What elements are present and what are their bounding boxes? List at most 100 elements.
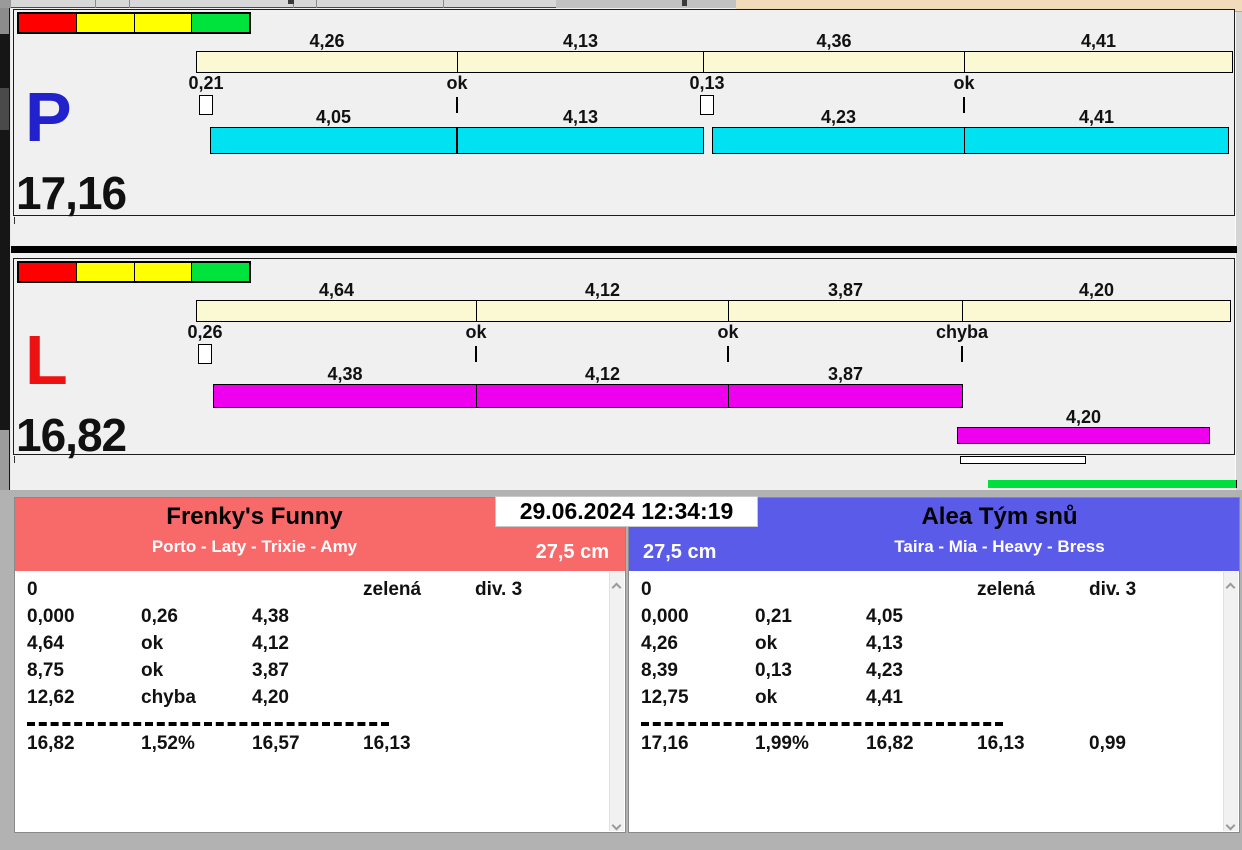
scroll-down-arrow[interactable] <box>611 816 622 831</box>
cell-net-time: 16,82 <box>866 733 914 754</box>
indicator-yellow-segment <box>75 14 134 32</box>
scroll-up-arrow[interactable] <box>611 578 622 593</box>
indicator-red-segment <box>19 14 76 32</box>
info-row: 0 zelená div. 3 <box>629 579 1239 606</box>
split-bar-segment: 4,13 <box>457 31 704 73</box>
team-panel-left: Frenky's Funny Porto - Laty - Trixie - A… <box>14 497 626 833</box>
marker-tick <box>727 346 729 362</box>
cell-split: 8,39 <box>641 660 678 681</box>
leg-time-label: 4,23 <box>820 107 857 127</box>
teams-area: 29.06.2024 12:34:19 Frenky's Funny Porto… <box>0 490 1242 850</box>
cell-change: ok <box>755 633 778 654</box>
split-time-label: 4,64 <box>318 280 355 300</box>
team-members: Porto - Laty - Trixie - Amy <box>151 537 358 556</box>
team-panel-right: Alea Tým snů Taira - Mia - Heavy - Bress… <box>628 497 1240 833</box>
split-time-label: 4,26 <box>309 31 345 51</box>
total-row: 17,16 1,99% 16,82 16,13 0,99 <box>629 733 1239 760</box>
marker-tick <box>961 346 963 362</box>
result-row: 8,39 0,13 4,23 <box>629 660 1239 687</box>
marker-label: ok <box>446 73 468 93</box>
time-bar-segment: 4,23 <box>712 107 965 154</box>
run-section-p: P 17,16 4,26 4,13 4,36 4,41 0,21 ok 0,13… <box>13 9 1235 216</box>
time-bar-segment: 3,87 <box>728 364 963 408</box>
result-row: 4,64 ok 4,12 <box>15 633 625 660</box>
cell-split: 4,26 <box>641 633 678 654</box>
height-category: 27,5 cm <box>643 541 717 563</box>
leg-time-label: 4,05 <box>315 107 352 127</box>
split-time-label: 4,36 <box>816 31 852 51</box>
split-bar-segment: 4,26 <box>196 31 458 73</box>
split-time-label: 4,13 <box>562 31 599 51</box>
section-divider <box>11 246 1237 253</box>
running-leg-bar: 4,20 <box>957 407 1210 444</box>
run-label-p: P <box>25 78 72 156</box>
height-category: 27,5 cm <box>535 541 609 563</box>
cell-change: ok <box>141 633 164 654</box>
result-row: 4,26 ok 4,13 <box>629 633 1239 660</box>
cell-best-time: 16,13 <box>363 733 411 754</box>
change-marker: ok <box>683 322 773 362</box>
cell-net-time: 16,57 <box>252 733 300 754</box>
cell-total-time: 17,16 <box>641 733 689 754</box>
split-time-label: 3,87 <box>827 280 864 300</box>
run-total-time-l: 16,82 <box>16 409 127 461</box>
leg-time-label: 4,38 <box>327 364 363 384</box>
info-row: 0 zelená div. 3 <box>15 579 625 606</box>
indicator-yellow-segment <box>133 14 192 32</box>
total-row: 16,82 1,52% 16,57 16,13 <box>15 733 625 760</box>
result-row: 12,62 chyba 4,20 <box>15 687 625 714</box>
cell-leg-time: 4,12 <box>252 633 289 654</box>
datetime-display: 29.06.2024 12:34:19 <box>495 496 758 527</box>
leg-time-label: 4,13 <box>562 107 599 127</box>
indicator-yellow-segment <box>133 263 192 281</box>
cell-split: 0,000 <box>27 606 75 627</box>
timing-app-window: P 17,16 4,26 4,13 4,36 4,41 0,21 ok 0,13… <box>0 0 1242 850</box>
marker-tick <box>475 346 477 362</box>
change-marker: 0,26 <box>160 322 250 364</box>
scroll-down-arrow[interactable] <box>1225 816 1236 831</box>
time-bar-segment: 4,38 <box>213 364 477 408</box>
split-time-label: 4,20 <box>1078 280 1115 300</box>
indicator-green-segment <box>191 14 249 32</box>
cell-faults: 0 <box>27 579 38 600</box>
run-label-l: L <box>25 321 68 399</box>
cell-light: zelená <box>977 579 1036 600</box>
run-section-l: L 16,82 4,64 4,12 3,87 4,20 0,26 ok ok c… <box>13 258 1235 461</box>
cell-leg-time: 4,13 <box>866 633 903 654</box>
cell-diff <box>475 733 625 760</box>
cell-split: 12,62 <box>27 687 75 708</box>
section-tick <box>14 217 15 224</box>
time-bar-segment: 4,05 <box>210 107 457 154</box>
marker-label: ok <box>717 322 739 342</box>
split-time-label: 4,41 <box>1080 31 1117 51</box>
split-bar-segment: 4,12 <box>476 280 729 322</box>
results-table-left: 0 zelená div. 3 0,000 0,26 4,38 4,64 ok … <box>15 571 625 832</box>
cell-leg-time: 4,41 <box>866 687 903 708</box>
scrollbar[interactable] <box>1223 572 1238 831</box>
cell-change: ok <box>755 687 778 708</box>
cell-light: zelená <box>363 579 422 600</box>
split-bar-segment: 4,41 <box>964 31 1233 73</box>
cell-change: 0,21 <box>755 606 792 627</box>
cell-split: 12,75 <box>641 687 689 708</box>
split-bar-segment: 4,64 <box>196 280 477 322</box>
cell-percent: 1,99% <box>755 733 809 754</box>
timeline-green-bar <box>988 480 1237 488</box>
run-total-time-p: 17,16 <box>16 167 127 219</box>
timeline-white-box <box>960 456 1086 464</box>
background-window-left-edge <box>0 8 11 490</box>
cell-best-time: 16,13 <box>977 733 1025 754</box>
split-bar-segment: 3,87 <box>728 280 963 322</box>
result-row: 8,75 ok 3,87 <box>15 660 625 687</box>
section-tick <box>14 456 15 463</box>
scrollbar[interactable] <box>609 572 624 831</box>
indicator-red-segment <box>19 263 76 281</box>
cell-percent: 1,52% <box>141 733 195 754</box>
indicator-green-segment <box>191 263 249 281</box>
team-name: Alea Tým snů <box>921 503 1078 530</box>
leg-time-label: 4,41 <box>1078 107 1115 127</box>
cell-split: 4,64 <box>27 633 64 654</box>
leg-time-label: 3,87 <box>827 364 864 384</box>
scroll-up-arrow[interactable] <box>1225 578 1236 593</box>
results-table-right: 0 zelená div. 3 0,000 0,21 4,05 4,26 ok … <box>629 571 1239 832</box>
